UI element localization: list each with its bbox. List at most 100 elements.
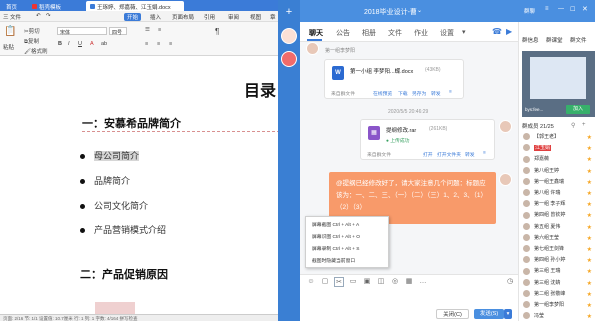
emoji-icon[interactable]: ☺ bbox=[306, 277, 316, 287]
member-row[interactable]: 第三组 王瑞 ★ bbox=[523, 267, 595, 277]
tab-files[interactable]: 文件 bbox=[388, 28, 402, 38]
avatar[interactable] bbox=[281, 51, 297, 67]
menu-insert[interactable]: 插入 bbox=[150, 13, 161, 21]
member-row[interactable]: 冯莹 ★ bbox=[523, 312, 595, 321]
copy-button[interactable]: ⧉复制 bbox=[24, 37, 39, 46]
paragraph-mark-button[interactable]: ¶ bbox=[215, 27, 219, 36]
menu-item-hide-window[interactable]: 截图时隐藏当前窗口 bbox=[312, 257, 355, 264]
menu-references[interactable]: 引用 bbox=[204, 13, 215, 21]
tab-docer-template[interactable]: 稻壳模板 bbox=[28, 1, 65, 11]
group-classroom-label[interactable]: 群课堂 bbox=[546, 36, 563, 44]
numbered-list-icon[interactable]: ≡ bbox=[158, 27, 161, 33]
close-button[interactable]: 关闭(C) bbox=[436, 309, 469, 319]
font-size-select[interactable]: 四号 bbox=[109, 27, 127, 36]
menu-chapter[interactable]: 章 bbox=[270, 13, 276, 21]
member-row[interactable]: 第八组王婷 ★ bbox=[523, 166, 595, 177]
member-row[interactable]: 第三组 沈婧 ★ bbox=[523, 278, 595, 289]
paste-icon[interactable]: 📋 bbox=[4, 26, 16, 37]
minimize-icon[interactable]: — bbox=[558, 6, 564, 12]
align-right-icon[interactable]: ≡ bbox=[169, 41, 172, 47]
underline-button[interactable]: U bbox=[78, 41, 82, 47]
more-icon[interactable]: … bbox=[418, 277, 428, 287]
list-icon[interactable]: ☰ bbox=[145, 27, 150, 33]
member-row[interactable]: 【郭王老】 ★ bbox=[523, 133, 595, 143]
member-row[interactable]: 第四组 曾钦婷 ★ bbox=[523, 211, 595, 221]
menu-page-layout[interactable]: 页面布局 bbox=[172, 13, 194, 21]
shake-icon[interactable]: ◫ bbox=[376, 277, 386, 287]
open-folder-link[interactable]: 打开文件夹 bbox=[437, 151, 461, 158]
tab-dropdown-icon[interactable]: ▾ bbox=[462, 28, 466, 36]
more-menu-icon[interactable]: ≡ bbox=[449, 90, 452, 95]
avatar[interactable] bbox=[306, 42, 319, 55]
send-button[interactable]: 发送(S) bbox=[474, 309, 504, 319]
mic-icon[interactable]: ◎ bbox=[390, 277, 400, 287]
menu-item-screen-recognize[interactable]: 屏幕识图 Ctrl + Alt + O bbox=[312, 233, 360, 240]
member-row[interactable]: 第八组 许瑞 ★ bbox=[523, 189, 595, 199]
save-as-link[interactable]: 另存为 bbox=[412, 90, 426, 97]
close-icon[interactable]: ✕ bbox=[582, 5, 588, 13]
message-input[interactable]: 关闭(C) 发送(S) ▾ bbox=[300, 288, 518, 321]
bold-button[interactable]: B bbox=[58, 41, 62, 47]
menu-icon[interactable]: ≡ bbox=[545, 6, 549, 12]
format-painter-button[interactable]: 🖌格式刷 bbox=[24, 47, 48, 55]
scissors-icon[interactable]: ✂ bbox=[334, 277, 344, 287]
tab-document[interactable]: 王琢婷、郑嘉薇、江玉娟.docx bbox=[86, 1, 184, 11]
highlight-icon[interactable]: ab bbox=[101, 41, 107, 47]
member-row[interactable]: 第四组 孙小婷 ★ bbox=[523, 256, 595, 266]
member-row[interactable]: 第一组李梦阳 ★ bbox=[523, 301, 595, 311]
tab-settings[interactable]: 设置 bbox=[440, 28, 454, 38]
avatar[interactable] bbox=[499, 120, 512, 133]
more-menu-icon[interactable]: ≡ bbox=[483, 151, 486, 156]
forward-link[interactable]: 转发 bbox=[431, 90, 441, 97]
maximize-icon[interactable]: ☐ bbox=[570, 6, 575, 13]
undo-icon[interactable]: ↶ bbox=[36, 13, 41, 19]
document-page[interactable]: 目录 一：安慕希品牌简介 母公司简介 品牌简介 公司文化简介 产品营销模式介绍 … bbox=[0, 57, 280, 314]
menu-review[interactable]: 审阅 bbox=[228, 13, 239, 21]
gif-icon[interactable]: ▢ bbox=[320, 277, 330, 287]
member-row[interactable]: 郑嘉薇 ★ bbox=[523, 155, 595, 165]
align-center-icon[interactable]: ≡ bbox=[157, 41, 160, 47]
redo-icon[interactable]: ↷ bbox=[46, 13, 51, 19]
forward-link[interactable]: 转发 bbox=[465, 151, 475, 158]
italic-button[interactable]: I bbox=[68, 41, 70, 47]
preview-link[interactable]: 在线预览 bbox=[373, 90, 392, 97]
file-message-card[interactable]: ▦ 提纲修改.rar (261KB) ● 上传成功 来自群文件 打开 打开文件夹… bbox=[360, 119, 495, 160]
add-icon[interactable]: + bbox=[282, 5, 296, 19]
font-name-select[interactable]: 宋体 bbox=[57, 27, 107, 36]
add-member-icon[interactable]: + bbox=[582, 122, 586, 128]
member-row[interactable]: 江玉娟 ★ bbox=[523, 144, 595, 154]
file-message-card[interactable]: W 第一小组 李梦阳...蝶.docx (43KB) 来自群文件 在线预览 下载… bbox=[324, 59, 464, 99]
menu-start[interactable]: 开始 bbox=[124, 13, 142, 21]
video-preview[interactable]: bys:fee... 加入 bbox=[522, 51, 595, 117]
send-options-icon[interactable]: ▾ bbox=[504, 309, 512, 319]
group-files-label[interactable]: 群文件 bbox=[570, 36, 587, 44]
cut-button[interactable]: ✂剪切 bbox=[24, 27, 40, 35]
member-row[interactable]: 第六组王莹 ★ bbox=[523, 233, 595, 244]
tab-home[interactable]: 首页 bbox=[2, 1, 21, 11]
file-menu[interactable]: 三 文件 bbox=[3, 13, 21, 21]
menu-item-screenshot[interactable]: 屏幕截图 Ctrl + Alt + A bbox=[312, 221, 359, 228]
paste-label[interactable]: 粘贴 bbox=[3, 43, 14, 51]
video-icon[interactable]: ▶ bbox=[506, 27, 512, 36]
phone-icon[interactable]: ☎ bbox=[492, 27, 502, 36]
font-color-icon[interactable]: A bbox=[90, 41, 94, 47]
folder-icon[interactable]: ▭ bbox=[348, 277, 358, 287]
group-info-label[interactable]: 群信息 bbox=[522, 36, 539, 44]
align-left-icon[interactable]: ≡ bbox=[145, 41, 148, 47]
image-icon[interactable]: ▣ bbox=[362, 277, 372, 287]
tab-notice[interactable]: 公告 bbox=[336, 28, 350, 38]
chevron-down-icon[interactable]: ⌄ bbox=[417, 7, 422, 14]
menu-item-screen-record[interactable]: 屏幕录制 Ctrl + Alt + S bbox=[312, 245, 359, 252]
open-link[interactable]: 打开 bbox=[423, 151, 433, 158]
download-link[interactable]: 下载 bbox=[398, 90, 408, 97]
member-row[interactable]: 第一组 李子辉 ★ bbox=[523, 200, 595, 210]
member-row[interactable]: 第二组 张敬峰 ★ bbox=[523, 289, 595, 300]
history-icon[interactable]: ◷ bbox=[505, 277, 515, 287]
grid-icon[interactable]: ▦ bbox=[404, 277, 414, 287]
menu-view[interactable]: 视图 bbox=[250, 13, 261, 21]
tab-homework[interactable]: 作业 bbox=[414, 28, 428, 38]
member-row[interactable]: 第七组王剑锋 ★ bbox=[523, 245, 595, 255]
tab-chat[interactable]: 聊天 bbox=[309, 28, 323, 38]
avatar[interactable] bbox=[499, 173, 512, 186]
avatar[interactable] bbox=[281, 28, 297, 44]
